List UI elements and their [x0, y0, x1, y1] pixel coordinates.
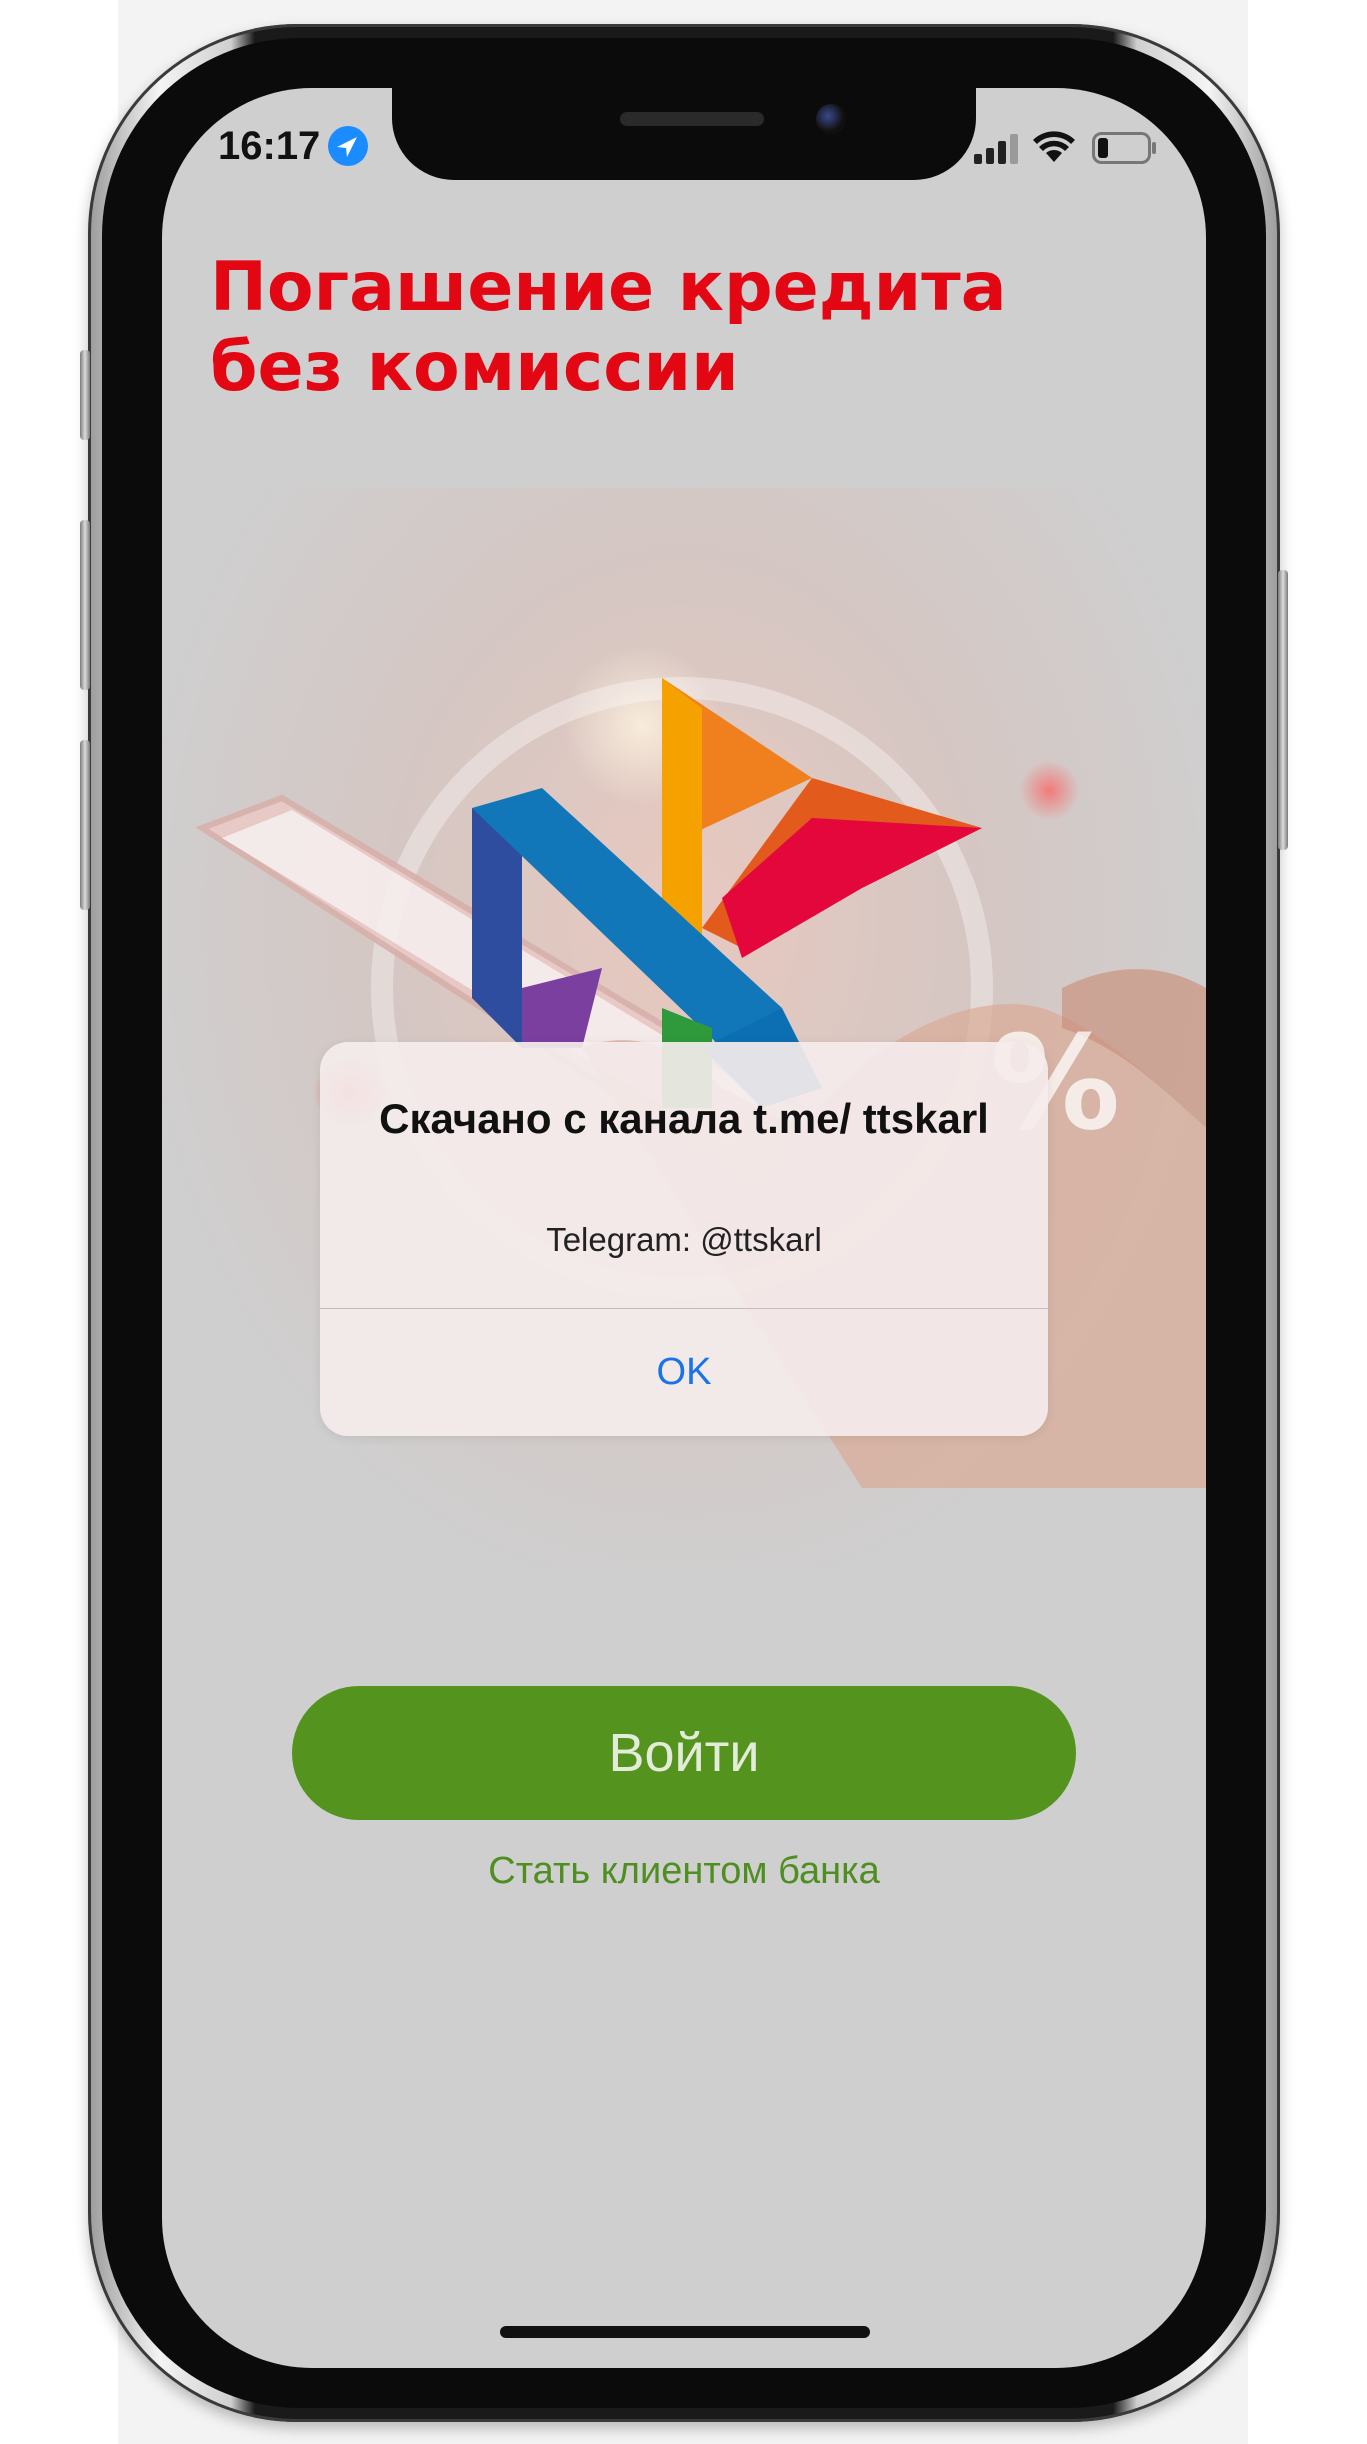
front-camera	[816, 104, 846, 134]
home-indicator[interactable]	[500, 2326, 870, 2338]
wifi-icon	[1033, 131, 1075, 162]
location-arrow-icon	[328, 126, 368, 166]
notch	[392, 88, 976, 180]
page: % Погашение кредита без комиссии 16:17 С…	[0, 0, 1367, 2444]
login-button[interactable]: Войти	[292, 1686, 1076, 1820]
headline-line-2: без комиссии	[210, 328, 739, 407]
status-time: 16:17	[218, 124, 321, 168]
alert-title: Скачано с канала t.me/ ttskarl	[379, 1095, 989, 1142]
volume-up-button	[80, 520, 90, 690]
cellular-signal-icon	[974, 134, 1018, 164]
volume-down-button	[80, 740, 90, 910]
become-client-link[interactable]: Стать клиентом банка	[292, 1850, 1076, 1893]
power-button	[1278, 570, 1288, 850]
battery-icon	[1092, 132, 1156, 164]
screen: % Погашение кредита без комиссии 16:17 С…	[162, 88, 1206, 2368]
alert-message: Telegram: @ttskarl	[546, 1221, 822, 1258]
speaker-grille	[620, 112, 764, 126]
alert-dialog: Скачано с канала t.me/ ttskarl Telegram:…	[320, 1042, 1048, 1436]
mute-switch	[80, 350, 90, 440]
alert-ok-button[interactable]: OK	[320, 1309, 1048, 1436]
headline-line-1: Погашение кредита	[210, 248, 1007, 327]
promo-headline: Погашение кредита без комиссии	[210, 248, 1130, 408]
